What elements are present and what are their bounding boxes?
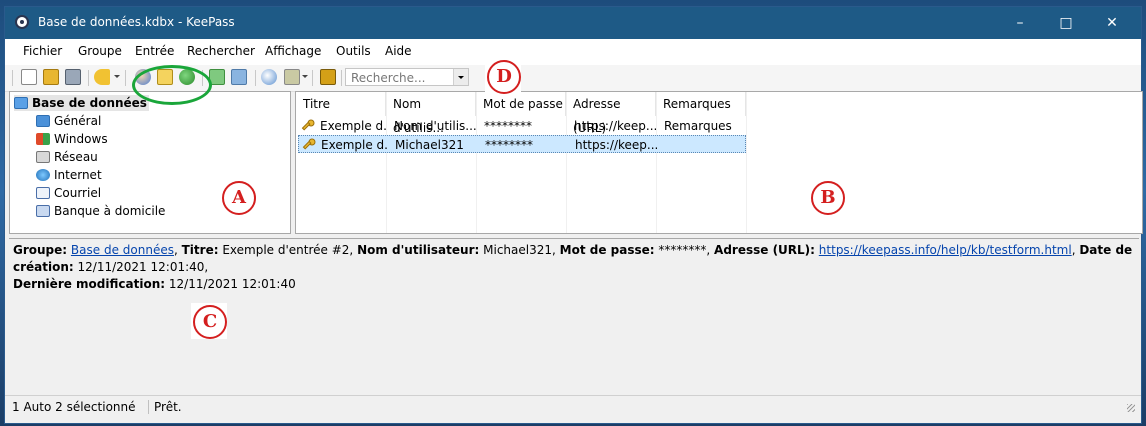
- group-courriel[interactable]: Courriel: [36, 185, 101, 201]
- resize-grip-icon[interactable]: [1127, 404, 1135, 412]
- group-reseau[interactable]: Réseau: [36, 149, 98, 165]
- detail-user-label: Nom d'utilisateur:: [357, 243, 480, 257]
- search-box[interactable]: [345, 68, 469, 86]
- search-dropdown-button[interactable]: [453, 69, 468, 85]
- detail-group-link[interactable]: Base de données: [71, 243, 174, 257]
- network-icon: [36, 151, 50, 163]
- group-banque[interactable]: Banque à domicile: [36, 203, 165, 219]
- group-general[interactable]: Général: [36, 113, 101, 129]
- detail-password-value: ********: [658, 243, 707, 257]
- column-header-mot-de-passe[interactable]: Mot de passe: [476, 92, 566, 116]
- save-database-icon[interactable]: [65, 69, 81, 85]
- entry-notes: [665, 136, 747, 154]
- menu-rechercher[interactable]: Rechercher: [187, 44, 255, 58]
- title-bar: Base de données.kdbx - KeePass – □ ✕: [5, 7, 1141, 39]
- maximize-button[interactable]: □: [1043, 7, 1089, 39]
- detail-title-label: Titre:: [181, 243, 219, 257]
- folder-open-icon: [14, 97, 28, 109]
- window-title: Base de données.kdbx - KeePass: [38, 15, 235, 29]
- entry-user: Nom d'utilis...: [394, 119, 476, 133]
- entry-title: Exemple d...: [320, 119, 386, 133]
- entry-url: https://keep...: [574, 119, 656, 133]
- entry-list[interactable]: Titre Nom d'utilis... Mot de passe Adres…: [295, 91, 1143, 234]
- column-header-remarques[interactable]: Remarques: [656, 92, 746, 116]
- minimize-button[interactable]: –: [997, 7, 1043, 39]
- lock-icon[interactable]: [320, 69, 336, 85]
- menu-entree[interactable]: Entrée: [135, 44, 174, 58]
- entry-password: ********: [484, 119, 532, 133]
- detail-password-label: Mot de passe:: [559, 243, 655, 257]
- folder-icon: [36, 115, 50, 127]
- detail-user-value: Michael321: [483, 243, 552, 257]
- key-entry-icon[interactable]: [94, 69, 110, 85]
- column-header-titre[interactable]: Titre: [296, 92, 386, 116]
- menu-fichier[interactable]: Fichier: [23, 44, 62, 58]
- detail-created-value: 12/11/2021 12:01:40: [77, 260, 205, 274]
- group-internet[interactable]: Internet: [36, 167, 102, 183]
- entry-password: ********: [485, 138, 533, 152]
- detail-modified-value: 12/11/2021 12:01:40: [168, 277, 296, 291]
- key-icon: [302, 138, 316, 150]
- table-row[interactable]: Exemple d... Nom d'utilis... ******** ht…: [298, 117, 746, 135]
- status-selection: 1 Auto 2 sélectionné: [12, 400, 136, 414]
- annotation-c: C: [191, 303, 227, 339]
- menu-bar: Fichier Groupe Entrée Rechercher Afficha…: [5, 39, 1141, 65]
- key-icon: [301, 119, 315, 131]
- email-icon: [36, 187, 50, 199]
- chevron-down-icon[interactable]: [302, 75, 308, 78]
- bank-icon: [36, 205, 50, 217]
- status-state: Prêt.: [154, 400, 182, 414]
- toolbar-grip: [12, 70, 13, 86]
- detail-group-label: Groupe:: [13, 243, 68, 257]
- status-bar: 1 Auto 2 sélectionné Prêt.: [5, 395, 1141, 418]
- entry-notes: Remarques: [664, 119, 732, 133]
- menu-outils[interactable]: Outils: [336, 44, 371, 58]
- column-header-url[interactable]: Adresse (URL): [566, 92, 656, 135]
- detail-url-link[interactable]: https://keepass.info/help/kb/testform.ht…: [819, 243, 1072, 257]
- annotation-b: B: [809, 179, 845, 215]
- detail-url-label: Adresse (URL):: [714, 243, 815, 257]
- group-windows[interactable]: Windows: [36, 131, 108, 147]
- group-root[interactable]: Base de données: [14, 95, 149, 111]
- annotation-a: A: [220, 179, 256, 215]
- find-options-icon[interactable]: [284, 69, 300, 85]
- windows-icon: [36, 133, 50, 145]
- open-database-icon[interactable]: [43, 69, 59, 85]
- find-icon[interactable]: [261, 69, 277, 85]
- chevron-down-icon[interactable]: [114, 75, 120, 78]
- annotation-d: D: [485, 58, 521, 94]
- menu-aide[interactable]: Aide: [385, 44, 412, 58]
- entry-user: Michael321: [395, 138, 464, 152]
- highlight-ellipse: [132, 65, 212, 105]
- menu-affichage[interactable]: Affichage: [265, 44, 321, 58]
- detail-title-value: Exemple d'entrée #2: [222, 243, 350, 257]
- sync-icon[interactable]: [231, 69, 247, 85]
- keepass-window: Base de données.kdbx - KeePass – □ ✕ Fic…: [4, 6, 1143, 424]
- table-row-selected[interactable]: Exemple d... Michael321 ******** https:/…: [298, 135, 746, 153]
- entry-title: Exemple d...: [321, 138, 387, 152]
- new-database-icon[interactable]: [21, 69, 37, 85]
- entry-url: https://keep...: [575, 138, 657, 152]
- column-header-utilisateur[interactable]: Nom d'utilis...: [386, 92, 476, 135]
- menu-groupe[interactable]: Groupe: [78, 44, 122, 58]
- close-button[interactable]: ✕: [1089, 7, 1135, 39]
- keepass-logo-icon: [15, 15, 29, 29]
- detail-modified-label: Dernière modification:: [13, 277, 166, 291]
- entry-details: Groupe: Base de données, Titre: Exemple …: [9, 238, 1139, 394]
- search-input[interactable]: [349, 70, 457, 86]
- globe-icon: [36, 169, 50, 181]
